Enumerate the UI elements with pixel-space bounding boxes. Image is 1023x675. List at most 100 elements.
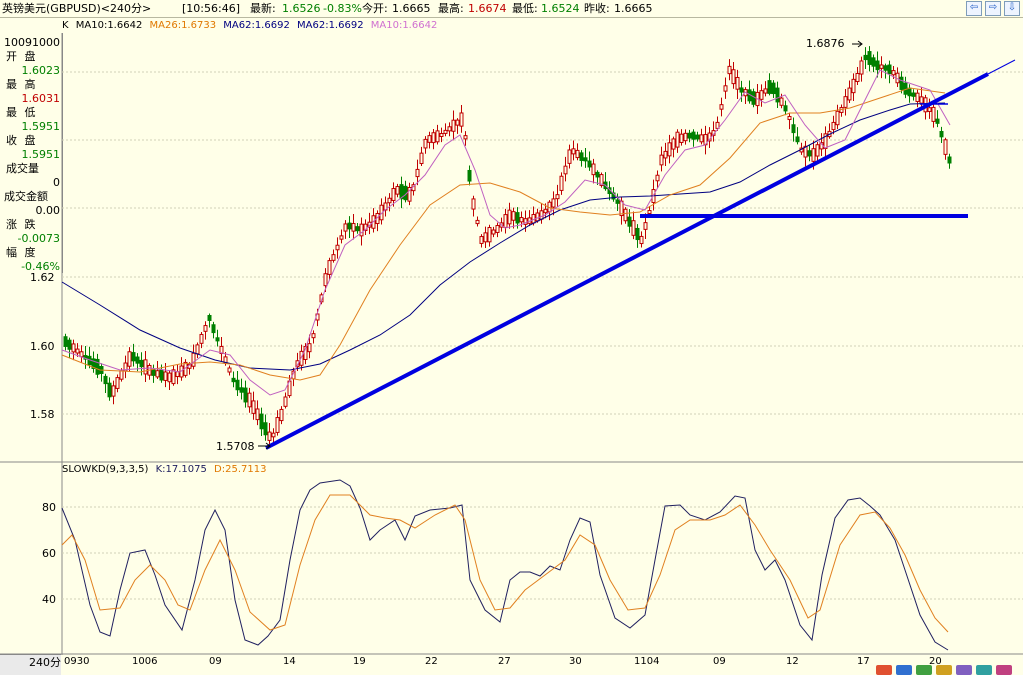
candle-body [883, 65, 888, 71]
candle-body [71, 343, 76, 353]
candle-body [175, 371, 180, 378]
candle-body [431, 132, 436, 144]
candle-body [67, 339, 72, 350]
candle-body [255, 408, 260, 421]
candle-body [159, 369, 164, 381]
candle-body [631, 220, 636, 236]
candle-body [843, 96, 848, 108]
candle-body [867, 51, 872, 65]
time-axis-label: 22 [425, 656, 438, 667]
candle-body [787, 115, 792, 121]
time-axis-label: 14 [283, 656, 296, 667]
candle-body [563, 165, 568, 175]
time-axis-label: 09 [713, 656, 726, 667]
candle-body [575, 149, 580, 159]
candle-body [623, 208, 628, 222]
candle-body [507, 209, 512, 225]
candle-body [875, 60, 880, 71]
candle-body [491, 229, 496, 235]
time-axis-label: 12 [786, 656, 799, 667]
candle-body [779, 97, 784, 106]
candle-body [459, 112, 464, 127]
candle-body [415, 168, 420, 178]
candle-body [483, 232, 488, 243]
candle-body [355, 226, 360, 232]
candle-body [259, 413, 264, 430]
candle-body [351, 223, 356, 232]
candle-body [559, 175, 564, 191]
candle-body [395, 186, 400, 195]
candle-body [443, 129, 448, 134]
candle-body [487, 227, 492, 243]
candle-body [579, 152, 584, 161]
candle-body [567, 149, 572, 164]
candle-body [247, 392, 252, 408]
price-chart[interactable] [0, 0, 1023, 674]
time-axis-label: 1104 [634, 656, 660, 667]
candle-body [331, 254, 336, 261]
candle-body [63, 336, 68, 347]
candle-body [871, 57, 876, 67]
candle-body [307, 343, 312, 353]
candle-body [419, 152, 424, 165]
candle-body [263, 422, 268, 436]
period-tab[interactable]: 240分 [0, 654, 61, 675]
candle-body [479, 236, 484, 244]
price-axis-label: 1.60 [30, 340, 55, 353]
candle-body [583, 157, 588, 162]
candle-body [335, 244, 340, 251]
kd-axis-label: 80 [42, 501, 56, 514]
candle-body [279, 408, 284, 422]
candle-body [879, 64, 884, 69]
candle-body [947, 156, 952, 164]
time-axis-label: 30 [569, 656, 582, 667]
candle-body [347, 222, 352, 230]
candle-body [739, 87, 744, 93]
candle-body [543, 208, 548, 214]
candle-body [119, 370, 124, 380]
candle-body [423, 138, 428, 149]
candle-body [647, 209, 652, 215]
candle-body [835, 110, 840, 126]
candle-body [727, 65, 732, 75]
candle-body [111, 385, 116, 397]
candle-body [735, 76, 740, 90]
candle-body [339, 235, 344, 240]
candle-body [671, 138, 676, 150]
candle-body [763, 88, 768, 94]
candle-body [151, 369, 156, 376]
price-axis-label: 1.62 [30, 271, 55, 284]
candle-body [115, 377, 120, 389]
candle-body [927, 107, 932, 112]
candle-body [155, 370, 160, 378]
candle-body [911, 92, 916, 97]
candle-body [751, 91, 756, 105]
candle-body [571, 148, 576, 155]
candle-body [163, 371, 168, 381]
candle-body [475, 219, 480, 225]
trough-annotation: 1.5708 [216, 440, 255, 453]
indicator-k-value: K:17.1075 [155, 464, 207, 475]
candle-body [859, 60, 864, 75]
candle-body [643, 222, 648, 230]
candle-body [167, 372, 172, 383]
candle-body [323, 273, 328, 287]
candle-body [207, 315, 212, 321]
candle-body [311, 333, 316, 339]
candle-body [807, 150, 812, 157]
candle-body [203, 325, 208, 332]
candle-body [831, 121, 836, 131]
candle-body [75, 348, 80, 354]
candle-body [451, 119, 456, 132]
time-axis-label: 09 [209, 656, 222, 667]
candle-body [795, 136, 800, 143]
kd-axis-label: 40 [42, 593, 56, 606]
candle-body [551, 198, 556, 208]
candle-body [591, 163, 596, 176]
candle-body [143, 359, 148, 375]
candle-body [435, 130, 440, 143]
candle-body [847, 87, 852, 101]
candle-body [851, 78, 856, 94]
candle-body [775, 87, 780, 103]
kd-d-line [61, 494, 949, 633]
